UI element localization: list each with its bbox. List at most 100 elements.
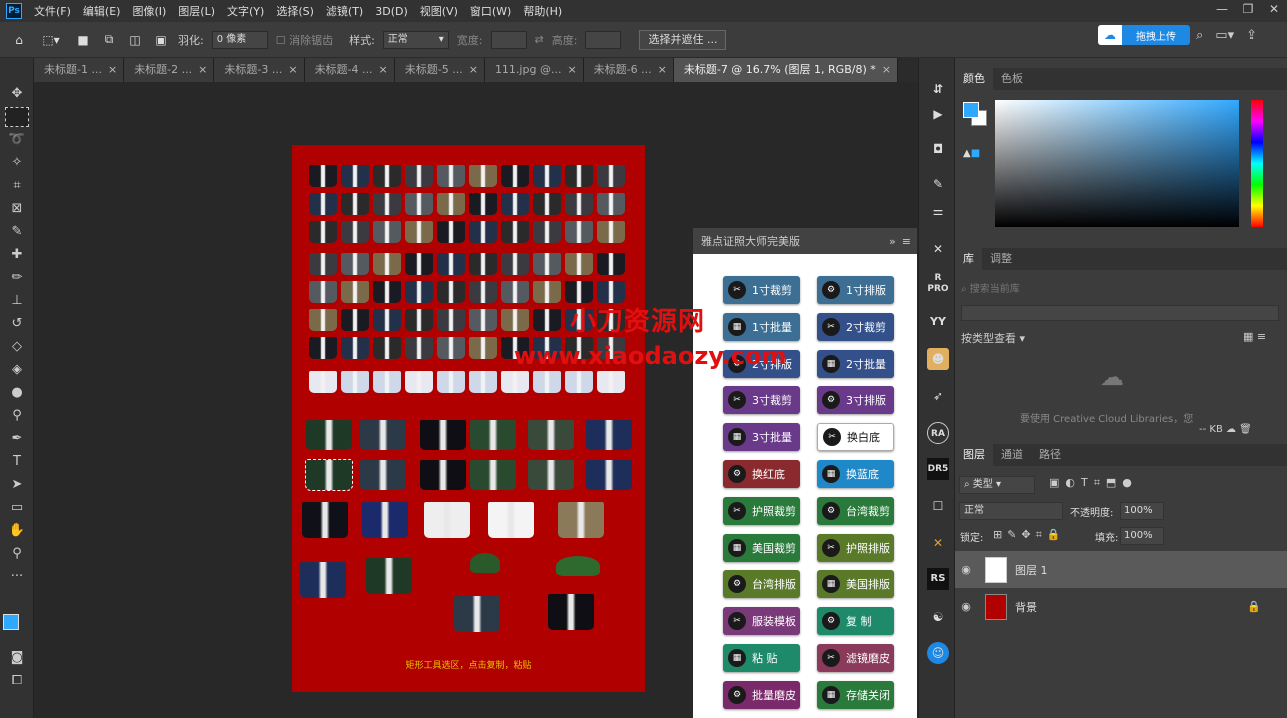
suit-template[interactable]: [533, 221, 561, 243]
suit-template[interactable]: [341, 337, 369, 359]
suit-template[interactable]: [565, 253, 593, 275]
eyedropper-icon[interactable]: ✎: [5, 222, 29, 242]
uniform-template[interactable]: [424, 502, 470, 538]
layer-filter-select[interactable]: ⌕ 类型 ▾: [959, 476, 1035, 494]
close-icon[interactable]: ×: [198, 58, 207, 82]
uniform-template[interactable]: [420, 460, 466, 490]
suit-template[interactable]: [437, 309, 465, 331]
suit-template[interactable]: [501, 165, 529, 187]
uniform-template[interactable]: [548, 594, 594, 630]
foreground-color[interactable]: [963, 102, 979, 118]
plugin-button[interactable]: ⚙ 1寸排版: [817, 276, 894, 304]
menu-file[interactable]: 文件(F): [28, 3, 77, 19]
cap-template[interactable]: [556, 556, 600, 576]
suit-template[interactable]: [565, 221, 593, 243]
suit-template[interactable]: [373, 193, 401, 215]
suit-template[interactable]: [597, 193, 625, 215]
suit-template[interactable]: [469, 193, 497, 215]
suit-template[interactable]: [501, 193, 529, 215]
suit-template[interactable]: [501, 309, 529, 331]
rs-plugin-icon[interactable]: RS: [927, 568, 949, 590]
tab-doc-2[interactable]: 未标题-2 ... ×: [124, 58, 215, 82]
adjust-icon[interactable]: ⚌: [927, 200, 949, 222]
suit-template[interactable]: [533, 165, 561, 187]
new-selection-icon[interactable]: ■: [74, 31, 92, 49]
foreground-color-swatch[interactable]: [3, 614, 19, 630]
suit-template[interactable]: [405, 309, 433, 331]
marquee-preset-icon[interactable]: ⬚▾: [36, 31, 66, 49]
suit-template[interactable]: [597, 281, 625, 303]
path-selection-icon[interactable]: ➤: [5, 475, 29, 495]
suit-template[interactable]: [437, 281, 465, 303]
close-icon[interactable]: ×: [882, 58, 891, 82]
tab-layers[interactable]: 图层: [955, 444, 993, 466]
tab-swatches[interactable]: 色板: [993, 68, 1031, 90]
suit-template[interactable]: [533, 253, 561, 275]
brush-settings-icon[interactable]: ✎: [927, 173, 949, 195]
brush-tool-icon[interactable]: ✏: [5, 268, 29, 288]
rectangle-tool-icon[interactable]: ▭: [5, 498, 29, 518]
suit-template[interactable]: [597, 253, 625, 275]
tab-doc-active[interactable]: 未标题-7 @ 16.7% (图层 1, RGB/8) * ×: [673, 58, 898, 82]
suit-template[interactable]: [373, 281, 401, 303]
suit-template[interactable]: [373, 221, 401, 243]
stamp-tool-icon[interactable]: ⊥: [5, 291, 29, 311]
uniform-template[interactable]: [306, 420, 352, 450]
uniform-template[interactable]: [488, 502, 534, 538]
plugin-button[interactable]: ⚙ 台湾排版: [723, 570, 800, 599]
uniform-template[interactable]: [454, 596, 500, 632]
tab-doc-7[interactable]: 未标题-6 ... ×: [583, 58, 674, 82]
suit-template[interactable]: [341, 371, 369, 393]
properties-icon[interactable]: ◘: [927, 138, 949, 160]
blur-tool-icon[interactable]: ●: [5, 383, 29, 403]
uniform-template[interactable]: [528, 420, 574, 450]
frame-tool-icon[interactable]: ⊠: [5, 199, 29, 219]
more-tools-icon[interactable]: ···: [5, 567, 29, 587]
uniform-template[interactable]: [586, 460, 632, 490]
tools-cross-icon[interactable]: ✕: [927, 238, 949, 260]
suit-template[interactable]: [373, 337, 401, 359]
plugin-button[interactable]: ▦ 3寸批量: [723, 423, 800, 452]
suit-template[interactable]: [501, 281, 529, 303]
library-select[interactable]: [961, 305, 1279, 321]
menu-3d[interactable]: 3D(D): [369, 5, 414, 18]
layer-row-1[interactable]: ◉ 图层 1: [955, 551, 1287, 588]
dodge-tool-icon[interactable]: ⚲: [5, 406, 29, 426]
opacity-input[interactable]: 100%: [1120, 502, 1164, 520]
visibility-eye-icon[interactable]: ◉: [955, 600, 977, 613]
upload-button[interactable]: ☁ 拖拽上传: [1098, 25, 1190, 45]
height-input[interactable]: [585, 30, 622, 49]
plugin-button[interactable]: ✂ 滤镜磨皮: [817, 644, 894, 672]
suit-template[interactable]: [597, 371, 625, 393]
cross-tools-icon[interactable]: ✕: [927, 532, 949, 554]
tab-channels[interactable]: 通道: [993, 444, 1031, 466]
menu-help[interactable]: 帮助(H): [517, 3, 568, 19]
suit-template[interactable]: [565, 193, 593, 215]
magic-wand-icon[interactable]: ✧: [5, 153, 29, 173]
send-icon[interactable]: ➶: [927, 385, 949, 407]
suit-template[interactable]: [405, 337, 433, 359]
rpro-plugin-icon[interactable]: R PRO: [927, 273, 949, 295]
menu-type[interactable]: 文字(Y): [221, 3, 270, 19]
plugin-button[interactable]: ⚙ 复 制: [817, 607, 894, 636]
suit-template[interactable]: [309, 253, 337, 275]
suit-template[interactable]: [341, 253, 369, 275]
plugin-button[interactable]: ⚙ 换红底: [723, 460, 800, 488]
close-icon[interactable]: ×: [379, 58, 388, 82]
history-brush-icon[interactable]: ↺: [5, 314, 29, 334]
subtract-selection-icon[interactable]: ◫: [126, 31, 144, 49]
close-icon[interactable]: ×: [108, 58, 117, 82]
suit-template[interactable]: [597, 165, 625, 187]
suit-template[interactable]: [533, 281, 561, 303]
yy-plugin-icon[interactable]: YY: [927, 311, 949, 333]
style-select[interactable]: 正常 ▾: [382, 30, 449, 49]
uniform-template[interactable]: [360, 460, 406, 490]
plugin-button[interactable]: ✂ 3寸裁剪: [723, 386, 800, 415]
suit-template[interactable]: [565, 281, 593, 303]
suit-template[interactable]: [341, 281, 369, 303]
plugin-button[interactable]: ▦ 1寸批量: [723, 312, 800, 341]
suit-template[interactable]: [405, 281, 433, 303]
add-selection-icon[interactable]: ⧉: [100, 31, 118, 49]
healing-brush-icon[interactable]: ✚: [5, 245, 29, 265]
uniform-template[interactable]: [470, 420, 516, 450]
